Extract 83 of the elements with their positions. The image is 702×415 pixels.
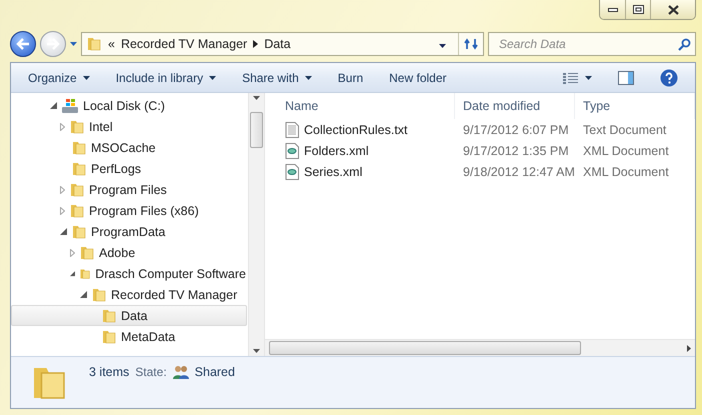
expanded-arrow-icon[interactable] [70,270,76,277]
text-file-icon [285,122,299,138]
toolbar-button[interactable]: New folder [376,64,460,90]
back-button[interactable] [10,31,36,57]
file-name[interactable]: Folders.xml [265,142,455,158]
date-cell-text: 9/17/2012 6:07 PM [462,122,570,136]
address-crumb[interactable]: Data [264,37,291,51]
close-button[interactable] [650,0,695,19]
file-name[interactable]: CollectionRules.txt [265,122,455,138]
file-name[interactable]: Series.xml [265,164,455,180]
tree-item[interactable]: Program Files (x86) [11,200,247,221]
state-label: State: [135,365,167,379]
address-bar[interactable]: « Recorded TV Manager Data [81,32,484,56]
xml-file-icon [285,164,299,180]
arrow-left-icon [16,38,30,50]
tree-item[interactable]: Local Disk (C:) [11,95,247,116]
tree-item[interactable]: ProgramData [11,221,247,242]
vertical-scrollbar[interactable] [248,93,264,356]
details-view-icon [563,72,579,84]
tree-item[interactable]: Program Files [11,179,247,200]
tree-item[interactable]: PerfLogs [11,158,247,179]
state-value: Shared [194,365,235,379]
scroll-right-icon[interactable] [687,344,691,352]
drive-icon [61,98,79,114]
folder-icon [79,244,95,260]
scrollbar-thumb[interactable] [269,341,581,355]
item-count: 3 items [89,365,130,379]
caret-icon [253,96,260,100]
folder-icon [71,140,87,156]
toolbar-button[interactable]: Include in library [102,64,230,90]
minimize-button[interactable] [600,0,625,19]
scrollbar-thumb[interactable] [250,112,263,148]
folder-icon [86,36,102,52]
column-header[interactable]: Name [265,93,455,119]
horizontal-scrollbar[interactable] [265,339,695,356]
type-cell-text: Text Document [582,122,668,136]
folder-icon [91,286,107,302]
tree-item[interactable]: MSOCache [11,137,247,158]
chevron-right-icon [253,40,258,48]
address-overflow[interactable]: « [108,37,115,51]
minimize-icon [608,8,618,12]
expanded-arrow-icon[interactable] [80,291,87,298]
folder-icon [69,118,85,134]
folder-icon [71,160,87,176]
toolbar-button[interactable]: Burn [324,64,376,90]
search-icon [678,38,691,50]
caret-icon [439,44,446,48]
column-header[interactable]: Date modified [455,93,575,119]
tree-item[interactable]: Adobe [11,242,247,263]
caret-icon [585,76,592,80]
date-cell-text: 9/18/2012 12:47 AM [462,164,575,178]
column-header[interactable]: Type [575,93,695,119]
folder-icon [101,328,117,344]
address-crumb[interactable]: Recorded TV Manager [120,37,248,51]
search-field[interactable]: Search Data [497,36,678,52]
expanded-arrow-icon[interactable] [60,228,67,235]
help-icon [660,68,678,86]
close-icon [668,4,678,14]
maximize-button[interactable] [625,0,650,19]
type-cell-text: XML Document [582,164,670,178]
folder-icon [101,308,117,324]
folder-icon [71,224,87,240]
users-icon [172,365,189,379]
toolbar-button[interactable]: Share with [229,64,325,90]
folder-icon [69,202,85,218]
tree-item[interactable]: Intel [11,116,247,137]
tree-item[interactable]: MetaData [11,326,247,347]
tree-item[interactable]: Drasch Computer Software [11,263,247,284]
type-cell-text: XML Document [582,144,670,158]
toolbar-button[interactable]: Organize [15,64,103,90]
caret-icon [70,42,77,46]
xml-file-icon [285,142,299,158]
caret-icon [253,349,260,353]
folder-icon [69,182,85,198]
search-box[interactable]: Search Data [488,32,696,56]
preview-pane-icon [618,70,634,84]
arrow-right-icon [46,38,60,50]
tree-item[interactable]: Data [11,305,247,326]
date-cell-text: 9/17/2012 1:35 PM [462,144,570,158]
tree-item[interactable]: Recorded TV Manager [11,284,247,305]
expanded-arrow-icon[interactable] [50,102,57,109]
refresh-icon[interactable] [464,38,478,50]
maximize-icon [632,5,644,14]
